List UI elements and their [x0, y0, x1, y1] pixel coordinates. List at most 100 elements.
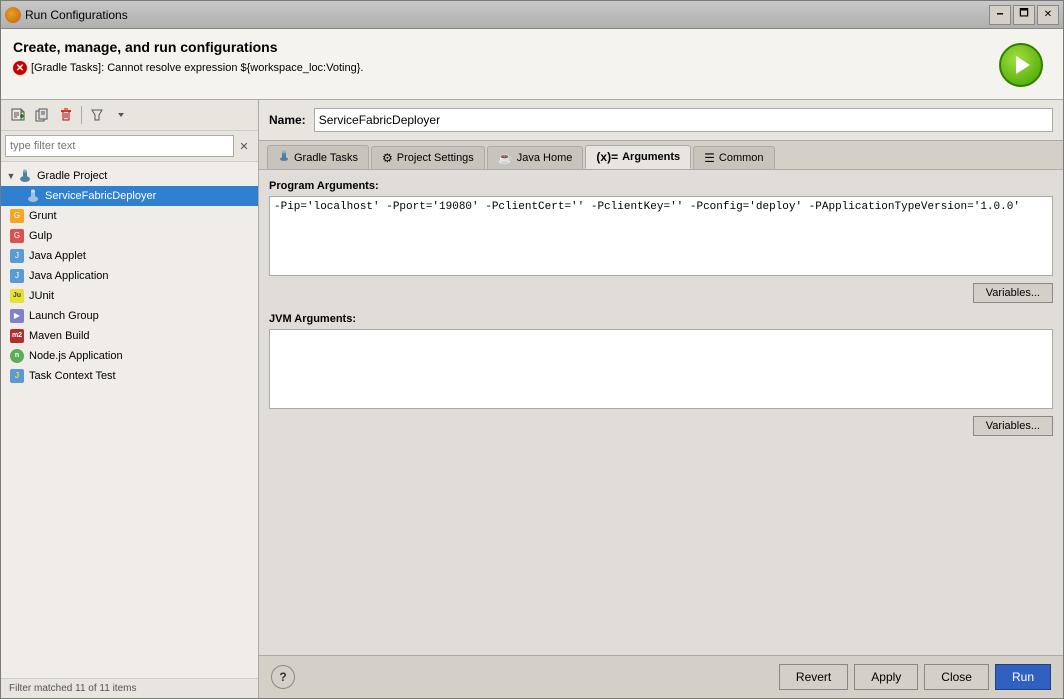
- tree-item-java-application[interactable]: J Java Application: [1, 266, 258, 286]
- right-panel: Name: Gradle Tasks ⚙ Project Settings ☕: [259, 100, 1063, 698]
- window-icon: [5, 7, 21, 23]
- tree-item-java-applet[interactable]: J Java Applet: [1, 246, 258, 266]
- launch-group-label: Launch Group: [29, 310, 99, 322]
- bottom-left: ?: [271, 665, 295, 689]
- jvm-args-label: JVM Arguments:: [269, 313, 1053, 325]
- apply-button[interactable]: Apply: [854, 664, 918, 690]
- filter-clear-button[interactable]: ✕: [234, 136, 254, 156]
- launch-group-icon: ▶: [9, 308, 25, 324]
- program-args-variables-row: Variables...: [269, 283, 1053, 303]
- tree-item-gulp[interactable]: G Gulp: [1, 226, 258, 246]
- junit-label: JUnit: [29, 290, 54, 302]
- tree-item-maven-build[interactable]: m2 Maven Build: [1, 326, 258, 346]
- filter-count: Filter matched 11 of 11 items: [9, 683, 136, 694]
- main-content: ✕ ▼ Gradle Project ServiceFabricDeploye: [1, 100, 1063, 698]
- name-input[interactable]: [314, 108, 1053, 132]
- name-label: Name:: [269, 113, 306, 127]
- servicefabricdeployer-icon: [25, 188, 41, 204]
- new-config-button[interactable]: [7, 104, 29, 126]
- tree-item-launch-group[interactable]: ▶ Launch Group: [1, 306, 258, 326]
- nodejs-label: Node.js Application: [29, 350, 123, 362]
- error-icon: ✕: [13, 61, 27, 75]
- program-args-textarea[interactable]: -Pip='localhost' -Pport='19080' -Pclient…: [269, 196, 1053, 276]
- filter-button[interactable]: [86, 104, 108, 126]
- tree-item-nodejs[interactable]: n Node.js Application: [1, 346, 258, 366]
- title-bar-left: Run Configurations: [5, 7, 128, 23]
- java-application-icon: J: [9, 268, 25, 284]
- bottom-right: Revert Apply Close Run: [779, 664, 1051, 690]
- tree-toggle-icon: ▼: [5, 170, 17, 182]
- arguments-icon: (x)=: [596, 150, 618, 164]
- revert-button[interactable]: Revert: [779, 664, 848, 690]
- gulp-icon: G: [9, 228, 25, 244]
- tree-item-junit[interactable]: Ju JUnit: [1, 286, 258, 306]
- new-dropdown-button[interactable]: [110, 104, 132, 126]
- arguments-tab-label: Arguments: [622, 151, 680, 163]
- tab-arguments[interactable]: (x)= Arguments: [585, 145, 691, 169]
- java-home-tab-label: Java Home: [517, 152, 573, 164]
- sidebar: ✕ ▼ Gradle Project ServiceFabricDeploye: [1, 100, 259, 698]
- gulp-label: Gulp: [29, 230, 52, 242]
- maven-label: Maven Build: [29, 330, 90, 342]
- filter-input[interactable]: [5, 135, 234, 157]
- grunt-icon: G: [9, 208, 25, 224]
- delete-config-button[interactable]: [55, 104, 77, 126]
- error-message: ✕ [Gradle Tasks]: Cannot resolve express…: [13, 61, 363, 75]
- tree-item-servicefabricdeployer[interactable]: ServiceFabricDeployer: [1, 186, 258, 206]
- duplicate-config-button[interactable]: [31, 104, 53, 126]
- run-configurations-window: Run Configurations 🗕 🗖 ✕ Create, manage,…: [0, 0, 1064, 699]
- tab-common[interactable]: ☰ Common: [693, 146, 774, 169]
- jvm-args-variables-row: Variables...: [269, 416, 1053, 436]
- maven-icon: m2: [9, 328, 25, 344]
- gradle-project-icon: [17, 168, 33, 184]
- jvm-args-textarea[interactable]: [269, 329, 1053, 409]
- title-bar: Run Configurations 🗕 🗖 ✕: [1, 1, 1063, 29]
- close-button[interactable]: ✕: [1037, 5, 1059, 25]
- java-applet-icon: J: [9, 248, 25, 264]
- help-button[interactable]: ?: [271, 665, 295, 689]
- program-args-label: Program Arguments:: [269, 180, 1053, 192]
- project-settings-tab-label: Project Settings: [397, 152, 474, 164]
- tree-item-task-context-test[interactable]: J Task Context Test: [1, 366, 258, 386]
- header-title: Create, manage, and run configurations: [13, 39, 363, 55]
- sidebar-footer: Filter matched 11 of 11 items: [1, 678, 258, 698]
- grunt-label: Grunt: [29, 210, 57, 222]
- tab-gradle-tasks[interactable]: Gradle Tasks: [267, 145, 369, 169]
- run-button-header[interactable]: [999, 43, 1043, 87]
- name-row: Name:: [259, 100, 1063, 141]
- tab-java-home[interactable]: ☕ Java Home: [487, 146, 584, 169]
- common-icon: ☰: [704, 151, 715, 165]
- tree-item-grunt[interactable]: G Grunt: [1, 206, 258, 226]
- error-text: [Gradle Tasks]: Cannot resolve expressio…: [31, 62, 363, 74]
- maximize-button[interactable]: 🗖: [1013, 5, 1035, 25]
- task-context-icon: J: [9, 368, 25, 384]
- nodejs-icon: n: [9, 348, 25, 364]
- tree-area: ▼ Gradle Project ServiceFabricDeployer: [1, 162, 258, 678]
- java-application-label: Java Application: [29, 270, 109, 282]
- window-title: Run Configurations: [25, 8, 128, 22]
- filter-area: ✕: [1, 131, 258, 162]
- java-applet-label: Java Applet: [29, 250, 86, 262]
- bottom-bar: ? Revert Apply Close Run: [259, 655, 1063, 698]
- minimize-button[interactable]: 🗕: [989, 5, 1011, 25]
- gradle-tasks-icon: [278, 150, 290, 165]
- run-triangle-icon: [1016, 56, 1030, 74]
- run-button[interactable]: Run: [995, 664, 1051, 690]
- junit-icon: Ju: [9, 288, 25, 304]
- jvm-args-variables-button[interactable]: Variables...: [973, 416, 1053, 436]
- tree-root-gradle-project[interactable]: ▼ Gradle Project: [1, 166, 258, 186]
- toolbar-separator: [81, 106, 82, 124]
- servicefabricdeployer-label: ServiceFabricDeployer: [45, 190, 156, 202]
- title-bar-controls: 🗕 🗖 ✕: [989, 5, 1059, 25]
- close-button[interactable]: Close: [924, 664, 989, 690]
- task-context-label: Task Context Test: [29, 370, 116, 382]
- header-area: Create, manage, and run configurations ✕…: [1, 29, 1063, 100]
- gradle-tasks-tab-label: Gradle Tasks: [294, 152, 358, 164]
- panel-content: Program Arguments: -Pip='localhost' -Ppo…: [259, 170, 1063, 655]
- sidebar-toolbar: [1, 100, 258, 131]
- java-home-icon: ☕: [498, 151, 513, 165]
- common-tab-label: Common: [719, 152, 764, 164]
- program-args-variables-button[interactable]: Variables...: [973, 283, 1053, 303]
- project-settings-icon: ⚙: [382, 151, 393, 165]
- tab-project-settings[interactable]: ⚙ Project Settings: [371, 146, 485, 169]
